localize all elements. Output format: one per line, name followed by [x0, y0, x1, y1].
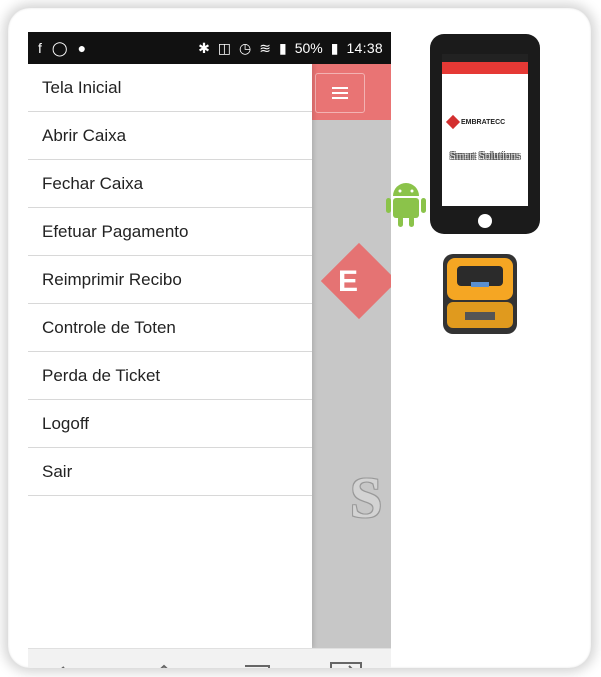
home-icon	[160, 664, 168, 668]
drawer-menu: Tela Inicial Abrir Caixa Fechar Caixa Ef…	[28, 64, 312, 496]
brand-diamond-icon	[445, 114, 461, 130]
screenshot-frame: f ◯ ● ✱ ◫ ◷ ≋ ▮ 50% ▮ 14:38 E S Tela Ini…	[8, 8, 591, 668]
slogan-partial-text: S	[350, 465, 383, 530]
wifi-icon: ≋	[259, 39, 271, 56]
menu-item-efetuar-pagamento[interactable]: Efetuar Pagamento	[28, 208, 312, 256]
printer-illustration	[443, 254, 517, 334]
brand-slogan: Smart Solutions	[449, 150, 521, 162]
brand-name: EMBRATECC	[461, 118, 506, 126]
menu-item-controle-de-toten[interactable]: Controle de Toten	[28, 304, 312, 352]
battery-icon: ▮	[330, 39, 339, 56]
menu-item-tela-inicial[interactable]: Tela Inicial	[28, 64, 312, 112]
signal-icon: ▮	[278, 39, 287, 56]
android-screen: f ◯ ● ✱ ◫ ◷ ≋ ▮ 50% ▮ 14:38 E S Tela Ini…	[28, 32, 391, 668]
brand-logo: EMBRATECC	[445, 114, 522, 130]
switch-button[interactable]	[321, 653, 371, 668]
hamburger-menu-button[interactable]	[315, 73, 365, 113]
notification-icons: f ◯ ●	[28, 40, 86, 57]
whatsapp-icon: ◯	[51, 39, 68, 56]
status-bar: f ◯ ● ✱ ◫ ◷ ≋ ▮ 50% ▮ 14:38	[28, 32, 391, 64]
back-button[interactable]	[48, 653, 98, 668]
smartphone-illustration: EMBRATECC Smart Solutions	[430, 34, 540, 234]
navigation-drawer: Tela Inicial Abrir Caixa Fechar Caixa Ef…	[28, 64, 312, 648]
brand-logo-letter: E	[338, 265, 359, 298]
system-icons: ✱ ◫ ◷ ≋ ▮ 50% ▮ 14:38	[198, 40, 391, 57]
system-navigation-bar	[28, 648, 391, 668]
phone-home-button	[478, 214, 492, 228]
phone-screen: EMBRATECC Smart Solutions	[442, 54, 528, 206]
facebook-icon: f	[38, 40, 42, 56]
menu-item-perda-de-ticket[interactable]: Perda de Ticket	[28, 352, 312, 400]
android-icon	[386, 183, 426, 227]
menu-item-fechar-caixa[interactable]: Fechar Caixa	[28, 160, 312, 208]
phone-status-bar	[442, 54, 528, 62]
menu-item-reimprimir-recibo[interactable]: Reimprimir Recibo	[28, 256, 312, 304]
chat-icon: ●	[77, 40, 87, 56]
alarm-icon: ◷	[239, 39, 252, 56]
menu-item-abrir-caixa[interactable]: Abrir Caixa	[28, 112, 312, 160]
back-icon	[61, 666, 66, 668]
recent-apps-button[interactable]	[230, 653, 280, 668]
recent-apps-icon	[244, 665, 270, 668]
clock: 14:38	[346, 40, 383, 56]
bluetooth-icon: ✱	[198, 39, 210, 56]
home-button[interactable]	[139, 653, 189, 668]
hamburger-icon	[332, 87, 348, 99]
nfc-icon: ◫	[217, 39, 232, 56]
menu-item-logoff[interactable]: Logoff	[28, 400, 312, 448]
switch-icon	[329, 662, 362, 668]
battery-percent: 50%	[294, 40, 323, 56]
phone-app-bar	[442, 62, 528, 74]
menu-item-sair[interactable]: Sair	[28, 448, 312, 496]
